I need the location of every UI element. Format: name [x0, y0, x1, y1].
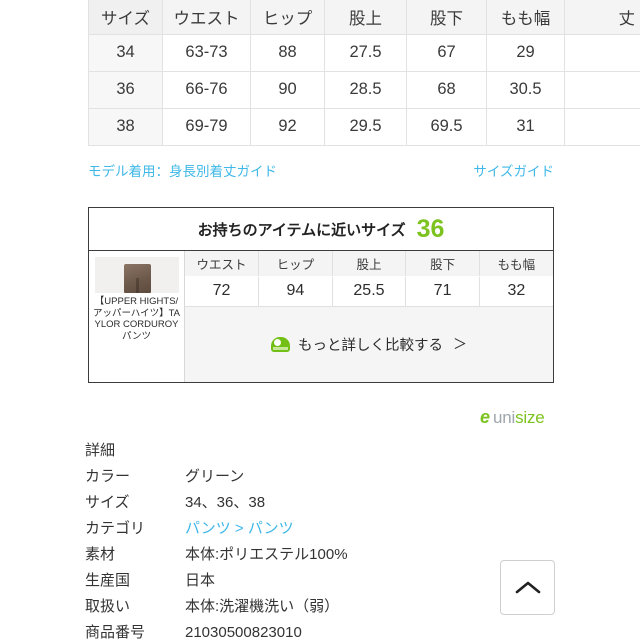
unisize-value-cell: 71 — [405, 276, 480, 307]
detail-row-country: 生産国 日本 — [85, 568, 505, 594]
detail-label: カテゴリ — [85, 520, 146, 537]
size-chart-header-cell: 股下 — [406, 0, 487, 35]
compared-item-name: 【UPPER HIGHTS/アッパーハイツ】TAYLOR CORDUROY パン… — [92, 296, 181, 342]
detail-value: 日本 — [185, 572, 216, 589]
unisize-logo-text-size: size — [515, 407, 545, 427]
size-chart-cell — [564, 71, 640, 109]
size-chart-cell: 69.5 — [406, 108, 487, 146]
table-row: 38 69-79 92 29.5 69.5 31 — [88, 108, 640, 146]
size-chart-cell: 92 — [250, 108, 325, 146]
detail-value: 21030500823010 — [185, 624, 302, 640]
size-chart-cell: 28.5 — [324, 71, 407, 109]
detail-row-color: カラー グリーン — [85, 464, 505, 490]
detail-row-care: 取扱い 本体:洗濯機洗い（弱） — [85, 594, 505, 620]
size-chart-header-cell: ウエスト — [162, 0, 251, 35]
unisize-header-cell: もも幅 — [479, 251, 553, 277]
size-chart-header-cell: もも幅 — [486, 0, 565, 35]
size-chart-table: サイズ ウエスト ヒップ 股上 股下 もも幅 丈 34 63-73 88 27.… — [88, 0, 640, 146]
unisize-logo-text-uni: uni — [493, 407, 516, 427]
size-chart-cell — [564, 34, 640, 72]
detail-row-size: サイズ 34、36、38 — [85, 490, 505, 516]
compared-item-thumbnail — [94, 257, 179, 293]
unisize-measurements-section: ウエスト ヒップ 股上 股下 もも幅 72 94 25.5 71 32 もっと詳… — [185, 251, 553, 382]
detail-label: 素材 — [85, 546, 116, 563]
unisize-value-cell: 32 — [479, 276, 553, 307]
size-chart-cell: 27.5 — [324, 34, 407, 72]
unisize-recommendation-header: お持ちのアイテムに近いサイズ 36 — [89, 208, 553, 251]
scroll-to-top-button[interactable] — [500, 560, 555, 615]
size-chart-header-cell: ヒップ — [250, 0, 325, 35]
unisize-recommendation-label: お持ちのアイテムに近いサイズ — [197, 221, 406, 239]
compare-more-row: もっと詳しく比較する ＞ — [185, 306, 553, 382]
size-chart-cell: 36 — [88, 71, 163, 109]
size-chart-cell: 69-79 — [162, 108, 251, 146]
unisize-header-cell: ヒップ — [258, 251, 333, 277]
detail-row-item-number: 商品番号 21030500823010 — [85, 620, 505, 640]
unisize-logo: e unisize — [480, 408, 545, 426]
detail-label: 取扱い — [85, 598, 131, 615]
size-chart-header-cell: 股上 — [324, 0, 407, 35]
table-row: 72 94 25.5 71 32 — [185, 276, 553, 307]
table-row: 36 66-76 90 28.5 68 30.5 — [88, 71, 640, 109]
detail-value: 34、36、38 — [185, 494, 266, 511]
size-chart-cell: 63-73 — [162, 34, 251, 72]
size-chart-cell: 34 — [88, 34, 163, 72]
size-chart-cell: 67 — [406, 34, 487, 72]
table-row: 34 63-73 88 27.5 67 29 — [88, 34, 640, 72]
product-detail-page: サイズ ウエスト ヒップ 股上 股下 もも幅 丈 34 63-73 88 27.… — [0, 0, 640, 640]
compare-more-link[interactable]: もっと詳しく比較する ＞ — [271, 334, 467, 355]
unisize-comparison-body: 【UPPER HIGHTS/アッパーハイツ】TAYLOR CORDUROY パン… — [89, 251, 553, 382]
size-chart-cell: 90 — [250, 71, 325, 109]
detail-label: サイズ — [85, 494, 130, 511]
detail-value: パンツ > パンツ — [185, 516, 505, 542]
unisize-header-cell: ウエスト — [185, 251, 260, 277]
size-chart-cell: 29.5 — [324, 108, 407, 146]
guide-links-row: モデル着用：身長別着丈ガイド サイズガイド — [88, 160, 554, 180]
unisize-header-cell: 股上 — [332, 251, 407, 277]
size-chart-cell: 29 — [486, 34, 565, 72]
product-details-list: 詳細 カラー グリーン サイズ 34、36、38 カテゴリ パンツ > パンツ … — [85, 438, 505, 640]
size-chart-cell — [564, 108, 640, 146]
detail-label: カラー — [85, 468, 131, 485]
pants-thumbnail-icon — [123, 264, 151, 293]
unisize-size-recommendation-widget: お持ちのアイテムに近いサイズ 36 【UPPER HIGHTS/アッパーハイツ】… — [88, 207, 554, 383]
unisize-value-cell: 94 — [258, 276, 333, 307]
unisize-logo-mark: e — [480, 407, 491, 427]
detail-value: 本体:ポリエステル100% — [185, 546, 348, 563]
detail-row-category: カテゴリ パンツ > パンツ — [85, 516, 505, 542]
category-breadcrumb-link[interactable]: パンツ > パンツ — [185, 520, 294, 537]
size-chart-cell: 66-76 — [162, 71, 251, 109]
detail-label: 生産国 — [85, 572, 131, 589]
model-height-guide-link[interactable]: モデル着用：身長別着丈ガイド — [88, 160, 277, 180]
size-chart-header-row: サイズ ウエスト ヒップ 股上 股下 もも幅 丈 — [88, 0, 640, 35]
size-chart-cell: 31 — [486, 108, 565, 146]
size-chart-cell: 68 — [406, 71, 487, 109]
detail-value: グリーン — [185, 468, 245, 485]
unisize-measurements-table: ウエスト ヒップ 股上 股下 もも幅 72 94 25.5 71 32 — [185, 251, 553, 307]
product-details-title: 詳細 — [85, 442, 116, 459]
size-chart-table-wrapper: サイズ ウエスト ヒップ 股上 股下 もも幅 丈 34 63-73 88 27.… — [88, 0, 640, 146]
chevron-up-icon — [515, 581, 540, 593]
unisize-value-cell: 25.5 — [332, 276, 407, 307]
size-chart-header-cell: 丈 — [564, 0, 640, 35]
unisize-header-row: ウエスト ヒップ 股上 股下 もも幅 — [185, 251, 553, 277]
detail-label: 商品番号 — [85, 624, 146, 640]
size-chart-header-cell: サイズ — [88, 0, 163, 35]
unisize-value-cell: 72 — [185, 276, 260, 307]
unisize-header-cell: 股下 — [405, 251, 480, 277]
measuring-tape-icon — [271, 336, 290, 352]
compare-more-label: もっと詳しく比較する — [298, 337, 443, 354]
size-chart-cell: 38 — [88, 108, 163, 146]
detail-value: 本体:洗濯機洗い（弱） — [185, 598, 340, 615]
size-chart-cell: 88 — [250, 34, 325, 72]
unisize-logo-text: unisize — [493, 409, 545, 426]
chevron-right-icon: ＞ — [453, 336, 467, 352]
compared-item-cell: 【UPPER HIGHTS/アッパーハイツ】TAYLOR CORDUROY パン… — [89, 251, 185, 382]
size-chart-cell: 30.5 — [486, 71, 565, 109]
unisize-recommended-size: 36 — [416, 214, 445, 243]
size-guide-link[interactable]: サイズガイド — [473, 160, 554, 180]
detail-row-material: 素材 本体:ポリエステル100% — [85, 542, 505, 568]
